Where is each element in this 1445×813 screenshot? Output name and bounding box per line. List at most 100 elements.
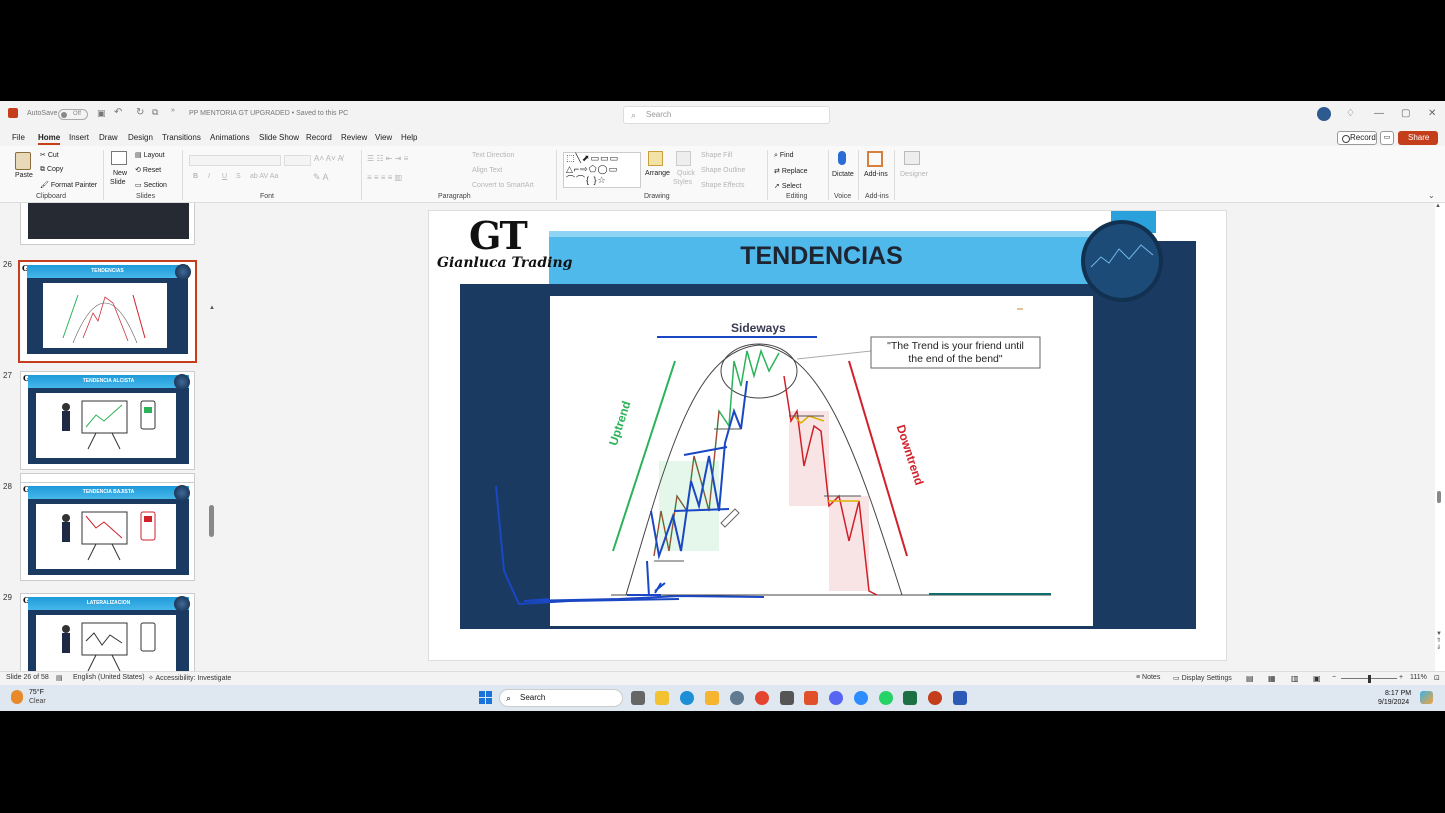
slide-thumbnail[interactable]: [20, 203, 195, 245]
excel-icon[interactable]: [903, 691, 917, 705]
lightbulb-icon[interactable]: ♢: [1346, 108, 1355, 119]
shape-fill-button[interactable]: Shape Fill: [701, 152, 732, 159]
tab-file[interactable]: File: [12, 133, 25, 142]
tab-draw[interactable]: Draw: [99, 133, 118, 142]
powerpoint-icon[interactable]: [928, 691, 942, 705]
zoom-level[interactable]: 111%: [1410, 674, 1427, 681]
tab-animations[interactable]: Animations: [210, 133, 250, 142]
new-slide-label[interactable]: New: [113, 170, 127, 177]
quick-styles-label-2[interactable]: Styles: [673, 179, 692, 186]
shapes-gallery[interactable]: ⬚╲⬈▭▭▭ △⌐⇨⬠◯▭ ⌒⌒{ }☆: [563, 152, 641, 188]
tab-design[interactable]: Design: [128, 133, 153, 142]
close-icon[interactable]: ✕: [1428, 108, 1436, 119]
app-icon[interactable]: [804, 691, 818, 705]
undo-icon[interactable]: ↶: [114, 107, 122, 118]
shape-effects-button[interactable]: Shape Effects: [701, 182, 744, 189]
taskbar-date[interactable]: 9/19/2024: [1378, 699, 1409, 706]
tab-home[interactable]: Home: [38, 133, 61, 145]
thumbnail-scrollbar[interactable]: ▲ ▼: [207, 305, 217, 671]
account-avatar[interactable]: [1317, 107, 1331, 121]
slideshow-icon[interactable]: ▣: [1313, 674, 1321, 683]
tab-review[interactable]: Review: [341, 133, 367, 142]
reset-button[interactable]: ⟲ Reset: [135, 166, 161, 174]
zoom-in-icon[interactable]: +: [1399, 674, 1403, 681]
calculator-icon[interactable]: [780, 691, 794, 705]
zoom-slider-thumb[interactable]: [1368, 675, 1371, 683]
weather-desc[interactable]: Clear: [29, 698, 46, 705]
fit-slide-icon[interactable]: ⊡: [1434, 674, 1440, 682]
section-button[interactable]: ▭ Section: [135, 181, 167, 189]
microphone-icon[interactable]: [838, 151, 846, 165]
taskbar-time[interactable]: 8:17 PM: [1385, 690, 1411, 697]
windows-start-icon[interactable]: [479, 691, 493, 705]
add-ins-icon[interactable]: [867, 151, 883, 167]
font-family-select[interactable]: [189, 155, 281, 166]
tab-help[interactable]: Help: [401, 133, 417, 142]
share-button[interactable]: Share: [1398, 131, 1438, 145]
normal-view-icon[interactable]: ▤: [1246, 674, 1254, 683]
slide-nav-icons[interactable]: ▼ ⇑ ⇓: [1436, 631, 1442, 652]
tab-slide-show[interactable]: Slide Show: [259, 133, 299, 142]
slide-title[interactable]: TENDENCIAS: [729, 242, 914, 271]
save-icon[interactable]: ▣: [97, 108, 106, 119]
minimize-icon[interactable]: —: [1374, 108, 1384, 119]
zoom-out-icon[interactable]: −: [1332, 674, 1336, 681]
arrange-icon[interactable]: [648, 151, 663, 166]
list-buttons-icon[interactable]: ☰ ☷ ⇤ ⇥ ≡: [367, 154, 408, 163]
paste-button[interactable]: Paste: [15, 172, 33, 179]
copy-button[interactable]: ⧉ Copy: [40, 166, 63, 174]
slide-canvas[interactable]: GT Gianluca Trading TENDENCIAS Sideways …: [428, 210, 1227, 661]
italic-button[interactable]: I: [208, 173, 210, 180]
present-icon[interactable]: ⧉: [152, 107, 158, 118]
slide-sorter-icon[interactable]: ▦: [1268, 674, 1276, 683]
add-ins-button[interactable]: Add-ins: [864, 171, 888, 178]
layout-button[interactable]: ▤ Layout: [135, 151, 165, 159]
editor-scroll-thumb[interactable]: [1437, 491, 1441, 503]
edge-icon[interactable]: [680, 691, 694, 705]
store-icon[interactable]: [705, 691, 719, 705]
customize-toolbar-icon[interactable]: »: [171, 107, 175, 114]
weather-temp[interactable]: 75°F: [29, 689, 44, 696]
scroll-up-icon[interactable]: ▲: [209, 305, 215, 311]
display-settings-button[interactable]: ▭ Display Settings: [1173, 674, 1232, 682]
collapse-ribbon-icon[interactable]: ⌄: [1428, 191, 1435, 200]
align-text-button[interactable]: Align Text: [472, 167, 502, 174]
maximize-icon[interactable]: ▢: [1401, 108, 1410, 119]
language-indicator[interactable]: English (United States): [73, 674, 145, 681]
designer-icon[interactable]: [904, 151, 920, 165]
shape-outline-button[interactable]: Shape Outline: [701, 167, 745, 174]
highlight-color-icon[interactable]: ✎ A: [313, 172, 329, 183]
align-buttons-icon[interactable]: ≡ ≡ ≡ ≡ ▥: [367, 173, 402, 182]
task-view-icon[interactable]: [631, 691, 645, 705]
quote-text[interactable]: "The Trend is your friend until the end …: [873, 340, 1038, 366]
discord-icon[interactable]: [829, 691, 843, 705]
convert-smartart-button[interactable]: Convert to SmartArt: [472, 182, 534, 189]
arrange-button[interactable]: Arrange: [645, 170, 670, 177]
dictate-button[interactable]: Dictate: [832, 171, 854, 178]
text-direction-button[interactable]: Text Direction: [472, 152, 514, 159]
record-button[interactable]: Record: [1337, 131, 1377, 145]
notes-button[interactable]: ≡ Notes: [1136, 674, 1160, 681]
character-spacing-icon[interactable]: ab AV Aa: [250, 173, 278, 180]
select-button[interactable]: ➚ Select: [774, 182, 801, 190]
file-explorer-icon[interactable]: [655, 691, 669, 705]
comments-button[interactable]: ▭: [1380, 131, 1394, 145]
slide-thumbnail-selected[interactable]: GT TENDENCIAS: [18, 260, 197, 363]
weather-icon[interactable]: [11, 690, 23, 704]
copilot-icon[interactable]: [1420, 691, 1433, 704]
tab-record[interactable]: Record: [306, 133, 332, 142]
increase-font-icon[interactable]: A˄ A˅ A̸: [314, 154, 343, 163]
new-slide-icon[interactable]: [111, 151, 127, 165]
whatsapp-icon[interactable]: [879, 691, 893, 705]
find-button[interactable]: ⌕ Find: [774, 152, 794, 160]
chrome-icon[interactable]: [755, 691, 769, 705]
spellcheck-icon[interactable]: ▤: [56, 674, 63, 682]
tab-transitions[interactable]: Transitions: [162, 133, 201, 142]
slide-thumbnail[interactable]: GT TENDENCIA ALCISTA: [20, 371, 195, 470]
strikethrough-button[interactable]: S: [236, 173, 241, 180]
quick-styles-label[interactable]: Quick: [677, 170, 695, 177]
designer-button[interactable]: Designer: [900, 171, 928, 178]
quick-styles-icon[interactable]: [676, 151, 691, 166]
settings-icon[interactable]: [730, 691, 744, 705]
search-input[interactable]: ⌕ Search: [623, 106, 830, 124]
